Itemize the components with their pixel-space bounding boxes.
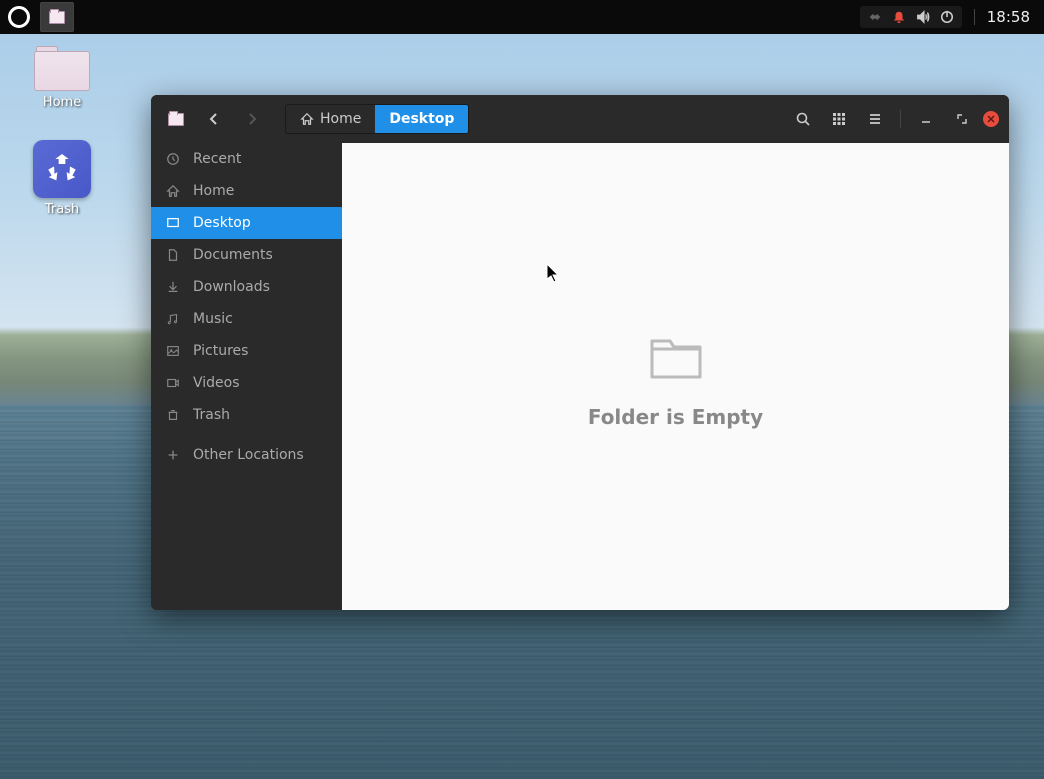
folder-icon bbox=[34, 46, 90, 91]
empty-folder-message: Folder is Empty bbox=[588, 405, 763, 429]
desktop-icon-label: Trash bbox=[45, 202, 79, 217]
sidebar: Recent Home Desktop Documents Downloads … bbox=[151, 143, 342, 610]
breadcrumb-current[interactable]: Desktop bbox=[375, 105, 468, 133]
video-icon bbox=[165, 375, 181, 391]
system-tray[interactable] bbox=[860, 6, 962, 28]
files-app-icon bbox=[49, 11, 65, 24]
sidebar-item-label: Trash bbox=[193, 407, 230, 423]
plus-icon bbox=[165, 447, 181, 463]
hamburger-menu-button[interactable] bbox=[860, 104, 890, 134]
window-titlebar[interactable]: Home Desktop bbox=[151, 95, 1009, 143]
sidebar-item-label: Pictures bbox=[193, 343, 248, 359]
sidebar-item-label: Recent bbox=[193, 151, 241, 167]
notification-bell-icon bbox=[892, 10, 906, 24]
sidebar-item-label: Downloads bbox=[193, 279, 270, 295]
clock-icon bbox=[165, 151, 181, 167]
sidebar-item-trash[interactable]: Trash bbox=[151, 399, 342, 431]
desktop-icon bbox=[165, 215, 181, 231]
sidebar-item-label: Documents bbox=[193, 247, 273, 263]
sidebar-item-label: Home bbox=[193, 183, 234, 199]
document-icon bbox=[165, 247, 181, 263]
titlebar-separator bbox=[900, 110, 901, 128]
close-button[interactable] bbox=[983, 111, 999, 127]
home-icon bbox=[300, 112, 314, 126]
desktop-icon-label: Home bbox=[43, 95, 81, 110]
file-manager-window: Home Desktop bbox=[151, 95, 1009, 610]
back-button[interactable] bbox=[199, 104, 229, 134]
search-button[interactable] bbox=[788, 104, 818, 134]
panel-right: 18:58 bbox=[860, 6, 1044, 28]
sidebar-separator bbox=[151, 431, 342, 439]
sidebar-item-pictures[interactable]: Pictures bbox=[151, 335, 342, 367]
content-pane[interactable]: Folder is Empty bbox=[342, 143, 1009, 610]
power-icon bbox=[940, 10, 954, 24]
activities-icon bbox=[8, 6, 30, 28]
panel-left bbox=[0, 2, 74, 32]
sidebar-item-label: Music bbox=[193, 311, 233, 327]
top-panel: 18:58 bbox=[0, 0, 1044, 34]
sidebar-item-other-locations[interactable]: Other Locations bbox=[151, 439, 342, 471]
sidebar-item-label: Desktop bbox=[193, 215, 251, 231]
minimize-icon bbox=[920, 113, 932, 125]
hamburger-icon bbox=[867, 111, 883, 127]
tray-separator bbox=[974, 9, 975, 25]
folder-icon bbox=[168, 113, 184, 126]
trash-icon bbox=[165, 407, 181, 423]
recycle-icon bbox=[33, 140, 91, 198]
sidebar-item-home[interactable]: Home bbox=[151, 175, 342, 207]
maximize-button[interactable] bbox=[947, 104, 977, 134]
sidebar-item-music[interactable]: Music bbox=[151, 303, 342, 335]
empty-folder-icon bbox=[644, 325, 708, 389]
clock[interactable]: 18:58 bbox=[987, 8, 1030, 26]
taskbar-app-files[interactable] bbox=[40, 2, 74, 32]
window-body: Recent Home Desktop Documents Downloads … bbox=[151, 143, 1009, 610]
grid-icon bbox=[831, 111, 847, 127]
minimize-button[interactable] bbox=[911, 104, 941, 134]
pictures-icon bbox=[165, 343, 181, 359]
sidebar-item-label: Videos bbox=[193, 375, 240, 391]
sidebar-item-recent[interactable]: Recent bbox=[151, 143, 342, 175]
home-icon bbox=[165, 183, 181, 199]
volume-icon bbox=[916, 10, 930, 24]
files-app-indicator bbox=[161, 104, 191, 134]
forward-button[interactable] bbox=[237, 104, 267, 134]
desktop-icon-trash[interactable]: Trash bbox=[22, 140, 102, 217]
activities-button[interactable] bbox=[4, 2, 34, 32]
sidebar-item-videos[interactable]: Videos bbox=[151, 367, 342, 399]
sidebar-item-downloads[interactable]: Downloads bbox=[151, 271, 342, 303]
search-icon bbox=[795, 111, 811, 127]
breadcrumb-home[interactable]: Home bbox=[286, 105, 375, 133]
sidebar-item-label: Other Locations bbox=[193, 447, 304, 463]
sidebar-item-documents[interactable]: Documents bbox=[151, 239, 342, 271]
music-icon bbox=[165, 311, 181, 327]
download-icon bbox=[165, 279, 181, 295]
breadcrumb: Home Desktop bbox=[285, 104, 469, 134]
close-icon bbox=[987, 115, 995, 123]
breadcrumb-label: Desktop bbox=[389, 111, 454, 127]
maximize-icon bbox=[956, 113, 968, 125]
titlebar-right bbox=[788, 104, 999, 134]
breadcrumb-label: Home bbox=[320, 111, 361, 127]
network-icon bbox=[868, 10, 882, 24]
view-grid-button[interactable] bbox=[824, 104, 854, 134]
sidebar-item-desktop[interactable]: Desktop bbox=[151, 207, 342, 239]
desktop-icon-home[interactable]: Home bbox=[22, 46, 102, 110]
